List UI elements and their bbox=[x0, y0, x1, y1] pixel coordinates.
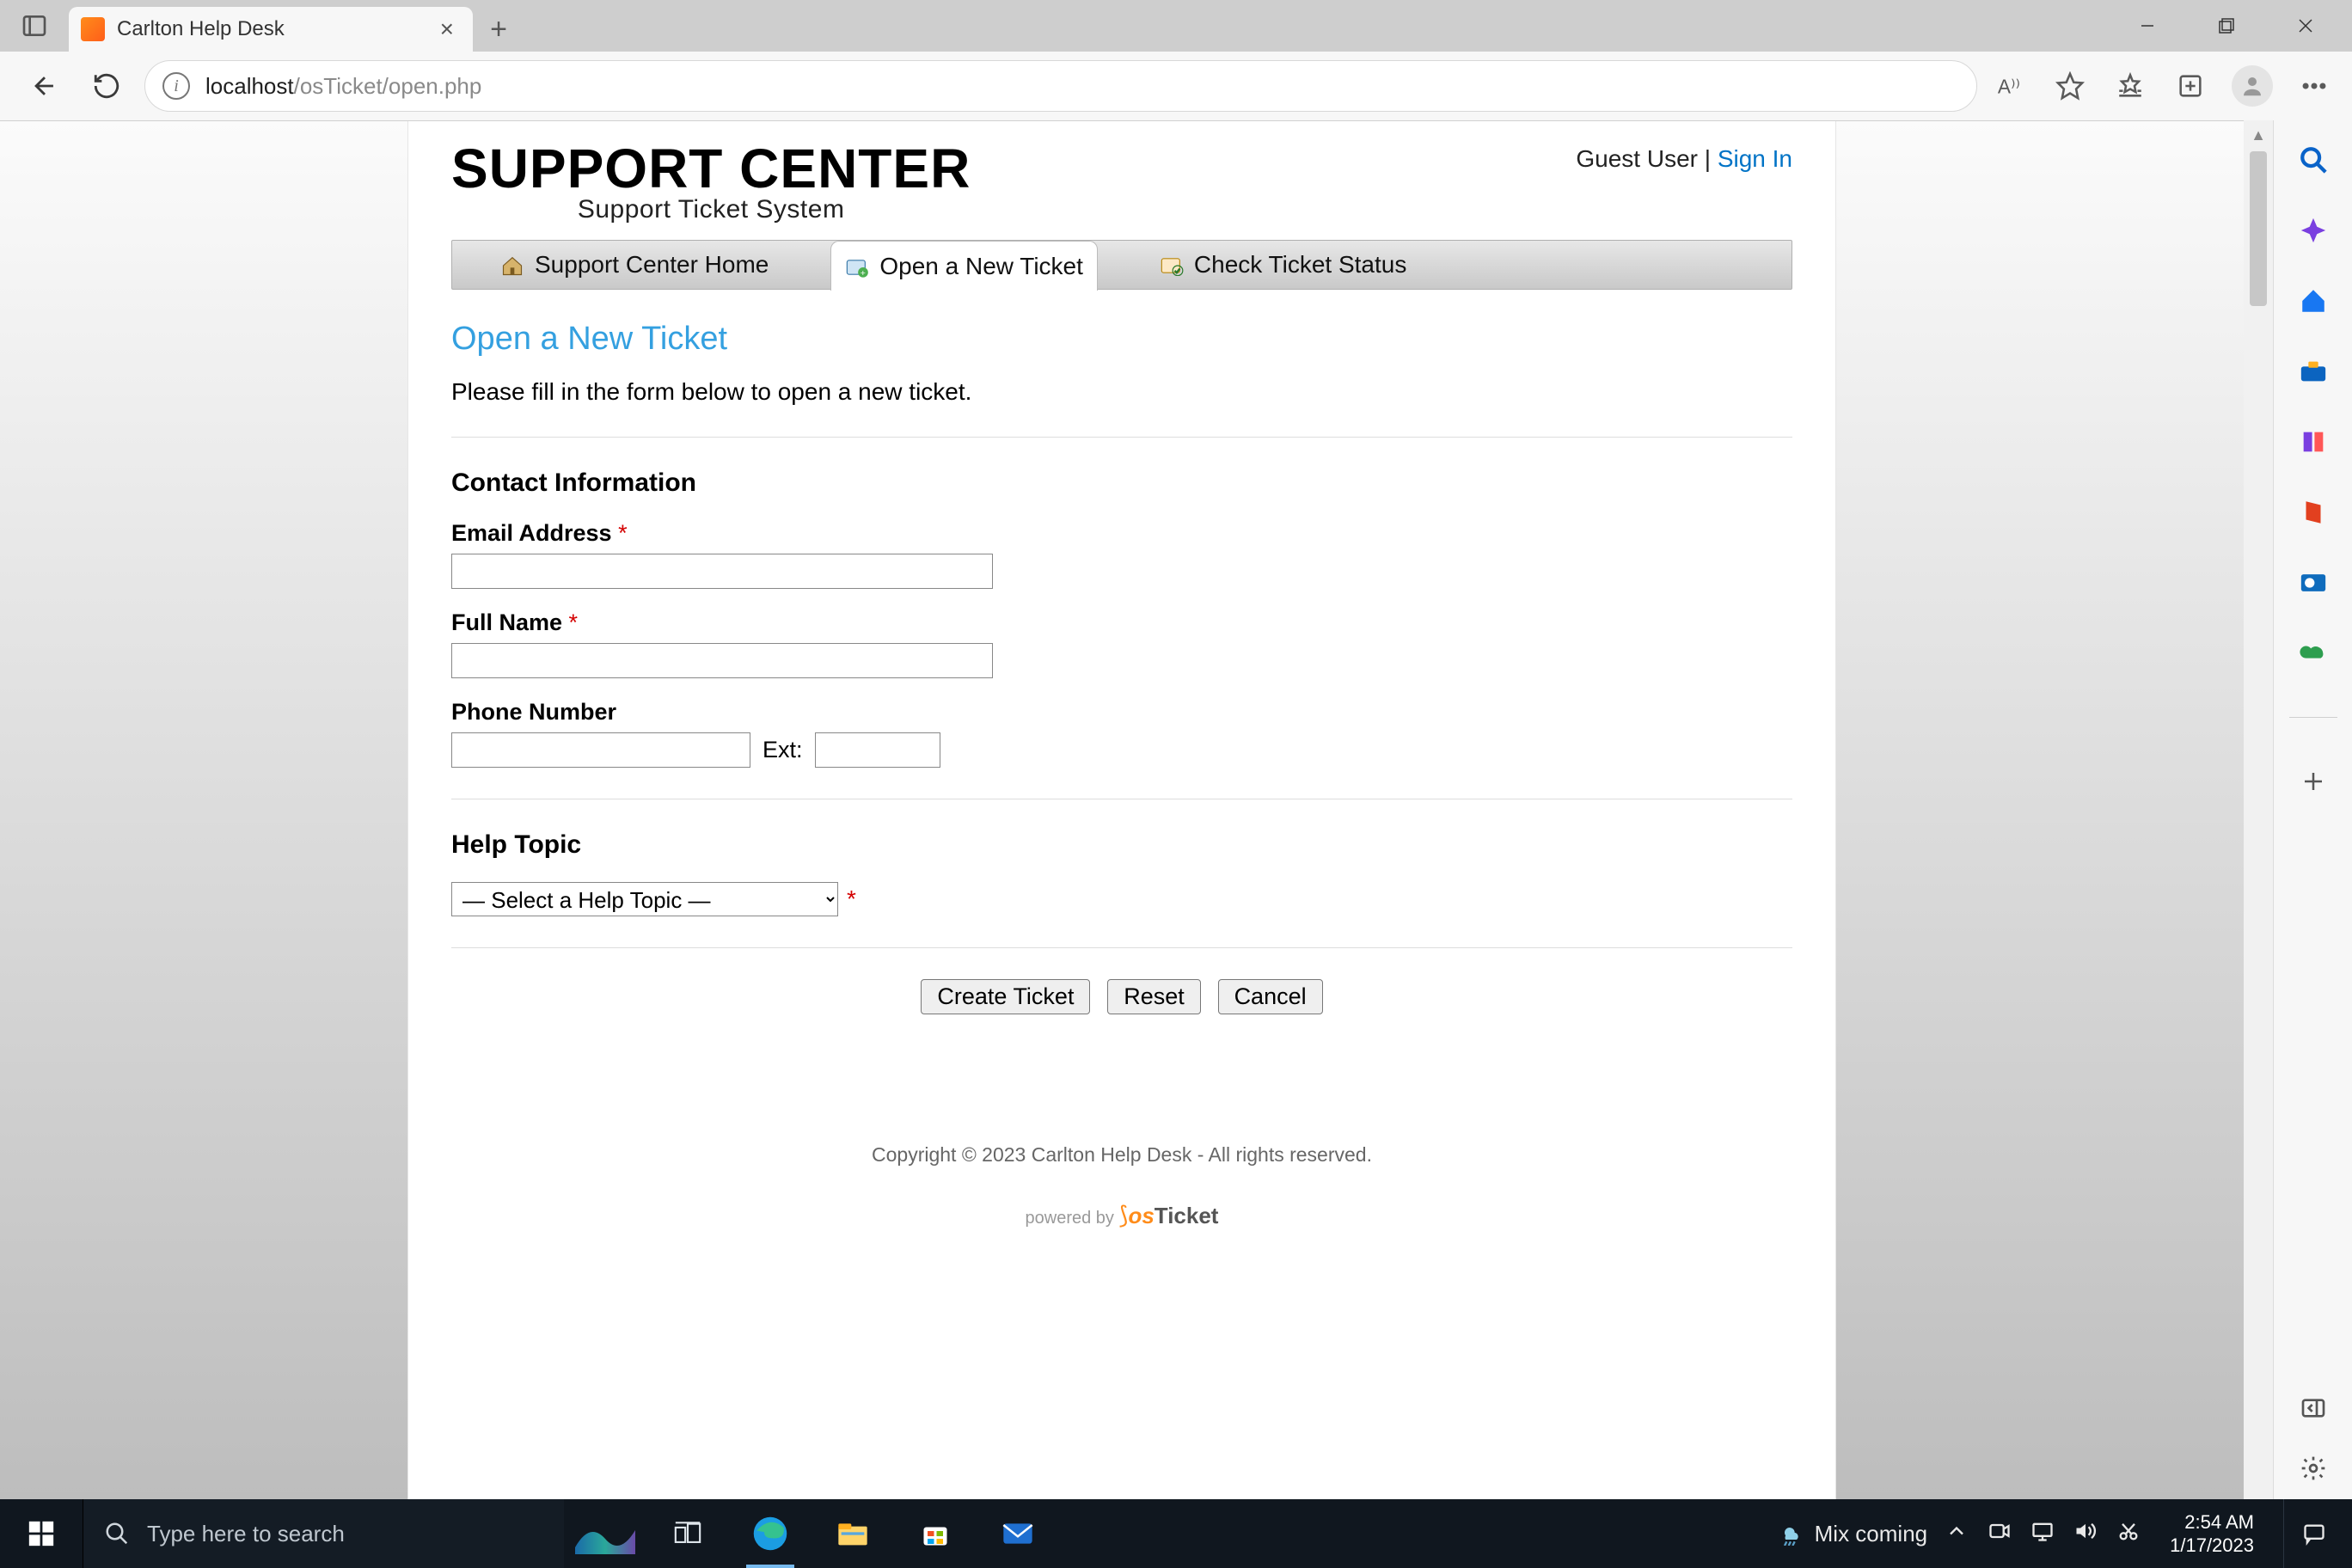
user-area: Guest User | Sign In bbox=[1576, 137, 1792, 173]
site-title: SUPPORT CENTER bbox=[451, 137, 971, 200]
divider bbox=[451, 947, 1792, 948]
fullname-label: Full Name * bbox=[451, 609, 1792, 636]
toolbar-right: A⁾⁾ bbox=[1991, 65, 2342, 107]
refresh-button[interactable] bbox=[83, 62, 131, 110]
help-topic-select[interactable]: — Select a Help Topic — bbox=[451, 882, 838, 916]
windows-taskbar: Type here to search Mix coming bbox=[0, 1499, 2352, 1568]
tab-actions-button[interactable] bbox=[0, 0, 69, 52]
collections-icon[interactable] bbox=[2171, 67, 2209, 105]
divider bbox=[451, 437, 1792, 438]
taskbar-edge-icon[interactable] bbox=[729, 1499, 812, 1568]
contact-info-heading: Contact Information bbox=[451, 469, 1792, 498]
new-ticket-icon: + bbox=[845, 256, 869, 277]
taskbar-apps bbox=[564, 1499, 1059, 1568]
profile-avatar-button[interactable] bbox=[2232, 65, 2273, 107]
sidebar-games-icon[interactable] bbox=[2296, 425, 2331, 459]
window-close-button[interactable] bbox=[2266, 0, 2345, 52]
sidebar-discover-icon[interactable] bbox=[2296, 213, 2331, 248]
reset-button[interactable] bbox=[1107, 979, 1201, 1014]
edge-sidebar bbox=[2273, 120, 2352, 1499]
svg-text:+: + bbox=[861, 267, 866, 277]
sidebar-onedrive-icon[interactable] bbox=[2296, 636, 2331, 671]
cancel-button[interactable] bbox=[1218, 979, 1323, 1014]
ext-label: Ext: bbox=[763, 737, 803, 763]
favicon-icon bbox=[81, 17, 105, 41]
taskbar-search-placeholder: Type here to search bbox=[147, 1521, 345, 1547]
back-button[interactable] bbox=[21, 62, 69, 110]
tray-snip-icon[interactable] bbox=[2116, 1519, 2141, 1549]
email-field[interactable] bbox=[451, 554, 993, 589]
home-icon bbox=[500, 254, 524, 275]
browser-toolbar: i localhost/osTicket/open.php A⁾⁾ bbox=[0, 52, 2352, 120]
sidebar-search-icon[interactable] bbox=[2296, 143, 2331, 177]
taskbar-explorer-icon[interactable] bbox=[812, 1499, 894, 1568]
action-center-button[interactable] bbox=[2283, 1499, 2343, 1568]
osticket-page: SUPPORT CENTER Support Ticket System Gue… bbox=[408, 121, 1835, 1499]
site-info-icon[interactable]: i bbox=[162, 72, 190, 100]
nav-home[interactable]: Support Center Home bbox=[487, 241, 782, 289]
page-viewport: SUPPORT CENTER Support Ticket System Gue… bbox=[0, 120, 2244, 1499]
system-tray: Mix coming 2:54 AM 1/17/2023 bbox=[1779, 1499, 2352, 1568]
sidebar-tools-icon[interactable] bbox=[2296, 354, 2331, 389]
browser-window: Carlton Help Desk × + i localhost/osTick… bbox=[0, 0, 2352, 1499]
site-navbar: Support Center Home + Open a New Ticket bbox=[451, 240, 1792, 290]
page-scrollbar[interactable]: ▲ bbox=[2244, 120, 2273, 1499]
taskbar-store-icon[interactable] bbox=[894, 1499, 977, 1568]
tray-display-icon[interactable] bbox=[2030, 1519, 2055, 1549]
weather-widget[interactable]: Mix coming bbox=[1779, 1521, 1927, 1547]
fullname-field[interactable] bbox=[451, 643, 993, 678]
taskbar-mail-icon[interactable] bbox=[977, 1499, 1059, 1568]
svg-text:A⁾⁾: A⁾⁾ bbox=[1998, 76, 2020, 98]
tray-overflow-icon[interactable] bbox=[1945, 1519, 1969, 1549]
window-restore-button[interactable] bbox=[2187, 0, 2266, 52]
nav-check-status[interactable]: Check Ticket Status bbox=[1146, 241, 1420, 289]
read-aloud-icon[interactable]: A⁾⁾ bbox=[1991, 67, 2029, 105]
phone-field[interactable] bbox=[451, 732, 750, 768]
tab-title: Carlton Help Desk bbox=[117, 17, 285, 41]
star-icon[interactable] bbox=[2051, 67, 2089, 105]
required-indicator: * bbox=[847, 885, 856, 913]
tab-close-button[interactable]: × bbox=[433, 12, 461, 46]
window-controls bbox=[2108, 0, 2345, 52]
ext-field[interactable] bbox=[815, 732, 940, 768]
favorites-icon[interactable] bbox=[2111, 67, 2149, 105]
guest-user-label: Guest User bbox=[1576, 145, 1698, 172]
status-icon bbox=[1160, 254, 1184, 275]
more-menu-button[interactable] bbox=[2295, 67, 2333, 105]
phone-label: Phone Number bbox=[451, 699, 1792, 726]
window-minimize-button[interactable] bbox=[2108, 0, 2187, 52]
start-button[interactable] bbox=[0, 1499, 83, 1568]
page-description: Please fill in the form below to open a … bbox=[451, 378, 1792, 406]
sidebar-hide-button[interactable] bbox=[2296, 1391, 2331, 1425]
scroll-up-arrow[interactable]: ▲ bbox=[2251, 120, 2266, 150]
sidebar-outlook-icon[interactable] bbox=[2296, 566, 2331, 600]
scroll-thumb[interactable] bbox=[2250, 151, 2267, 306]
help-topic-heading: Help Topic bbox=[451, 830, 1792, 860]
address-bar[interactable]: i localhost/osTicket/open.php bbox=[144, 60, 1977, 112]
taskbar-search[interactable]: Type here to search bbox=[83, 1499, 564, 1568]
new-tab-button[interactable]: + bbox=[473, 7, 524, 52]
sidebar-add-button[interactable] bbox=[2296, 764, 2331, 799]
create-ticket-button[interactable] bbox=[921, 979, 1090, 1014]
nav-open-ticket[interactable]: + Open a New Ticket bbox=[830, 241, 1098, 291]
url-text: localhost/osTicket/open.php bbox=[205, 73, 481, 100]
tab-strip: Carlton Help Desk × + bbox=[0, 0, 2352, 52]
email-label: Email Address * bbox=[451, 520, 1792, 547]
browser-tab-active[interactable]: Carlton Help Desk × bbox=[69, 7, 473, 52]
sidebar-office-icon[interactable] bbox=[2296, 495, 2331, 530]
taskbar-news-icon[interactable] bbox=[564, 1499, 646, 1568]
tray-volume-icon[interactable] bbox=[2073, 1519, 2098, 1549]
sidebar-divider bbox=[2289, 717, 2337, 718]
tray-meet-now-icon[interactable] bbox=[1988, 1519, 2012, 1549]
sidebar-settings-button[interactable] bbox=[2296, 1451, 2331, 1485]
sidebar-shopping-icon[interactable] bbox=[2296, 284, 2331, 318]
form-buttons bbox=[451, 979, 1792, 1014]
taskbar-clock[interactable]: 2:54 AM 1/17/2023 bbox=[2158, 1510, 2266, 1558]
taskbar-taskview-icon[interactable] bbox=[646, 1499, 729, 1568]
sign-in-link[interactable]: Sign In bbox=[1718, 145, 1792, 172]
page-title: Open a New Ticket bbox=[451, 321, 1792, 358]
site-logo: SUPPORT CENTER Support Ticket System bbox=[451, 137, 971, 224]
